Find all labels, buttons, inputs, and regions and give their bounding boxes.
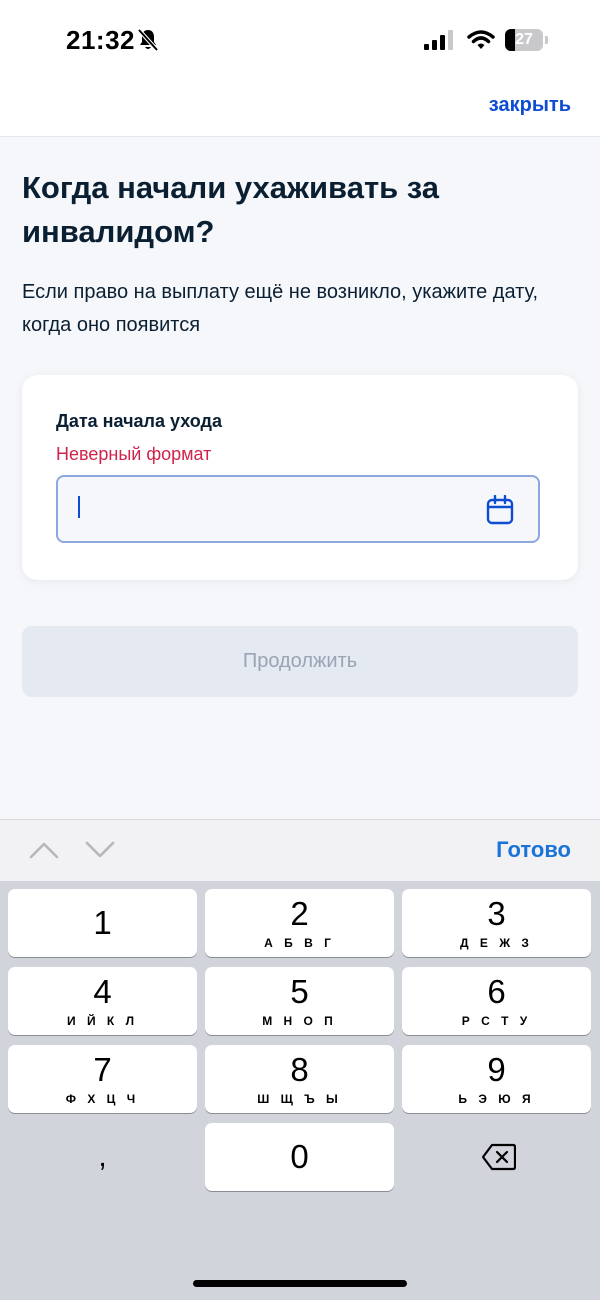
keyboard-done-button[interactable]: Готово <box>496 837 571 863</box>
numeric-keyboard: 1 2 А Б В Г 3 Д Е Ж З 4 И Й К Л 5 М Н О … <box>0 881 600 1300</box>
key-letters: М Н О П <box>262 1014 337 1028</box>
key-digit: 5 <box>290 973 309 1010</box>
key-digit: 9 <box>487 1051 506 1088</box>
key-digit: 8 <box>290 1051 309 1088</box>
key-5[interactable]: 5 М Н О П <box>205 967 394 1035</box>
signal-icon <box>424 30 453 50</box>
key-digit: 2 <box>290 895 309 932</box>
field-error-message: Неверный формат <box>56 444 212 464</box>
key-letters: Ь Э Ю Я <box>458 1092 535 1106</box>
top-bar: закрыть <box>0 82 600 137</box>
key-letters: А Б В Г <box>264 936 335 950</box>
page-title: Когда начали ухаживать за инвалидом? <box>22 170 440 249</box>
delete-key[interactable] <box>402 1123 591 1191</box>
key-letters: Р С Т У <box>461 1014 532 1028</box>
continue-button[interactable]: Продолжить <box>22 626 578 697</box>
status-bar: 21:32 27 <box>0 0 600 82</box>
battery-level: 27 <box>515 31 533 48</box>
key-4[interactable]: 4 И Й К Л <box>8 967 197 1035</box>
key-digit: 3 <box>487 895 506 932</box>
key-letters: И Й К Л <box>67 1014 138 1028</box>
battery-cap <box>545 36 548 44</box>
calendar-icon[interactable] <box>486 495 514 525</box>
key-digit: 0 <box>290 1138 309 1175</box>
home-indicator <box>193 1280 407 1287</box>
key-letters: Ф Х Ц Ч <box>65 1092 140 1106</box>
key-7[interactable]: 7 Ф Х Ц Ч <box>8 1045 197 1113</box>
wifi-icon <box>467 30 495 49</box>
key-1[interactable]: 1 <box>8 889 197 957</box>
key-0[interactable]: 0 <box>205 1123 394 1191</box>
key-letters: Д Е Ж З <box>460 936 533 950</box>
date-input[interactable] <box>56 475 540 543</box>
backspace-icon <box>482 1143 516 1171</box>
status-time: 21:32 <box>66 25 135 55</box>
close-link[interactable]: закрыть <box>489 94 571 117</box>
key-digit: 6 <box>487 973 506 1010</box>
keyboard-toolbar: Готово <box>0 819 600 881</box>
page-description: Если право на выплату ещё не возникло, у… <box>22 281 539 336</box>
key-letters: Ш Щ Ъ Ы <box>257 1092 342 1106</box>
date-field-card: Дата начала ухода Неверный формат <box>22 375 578 580</box>
key-9[interactable]: 9 Ь Э Ю Я <box>402 1045 591 1113</box>
key-6[interactable]: 6 Р С Т У <box>402 967 591 1035</box>
key-8[interactable]: 8 Ш Щ Ъ Ы <box>205 1045 394 1113</box>
field-label: Дата начала ухода <box>56 411 222 431</box>
chevron-down-icon[interactable] <box>84 839 116 861</box>
bell-off-icon <box>137 28 159 52</box>
key-digit: 4 <box>93 973 112 1010</box>
key-3[interactable]: 3 Д Е Ж З <box>402 889 591 957</box>
key-digit: 7 <box>93 1051 112 1088</box>
battery-icon: 27 <box>505 29 543 51</box>
chevron-up-icon[interactable] <box>28 839 60 861</box>
key-digit: 1 <box>93 904 112 941</box>
text-caret <box>78 496 80 518</box>
key-2[interactable]: 2 А Б В Г <box>205 889 394 957</box>
key-comma[interactable]: , <box>8 1123 197 1191</box>
